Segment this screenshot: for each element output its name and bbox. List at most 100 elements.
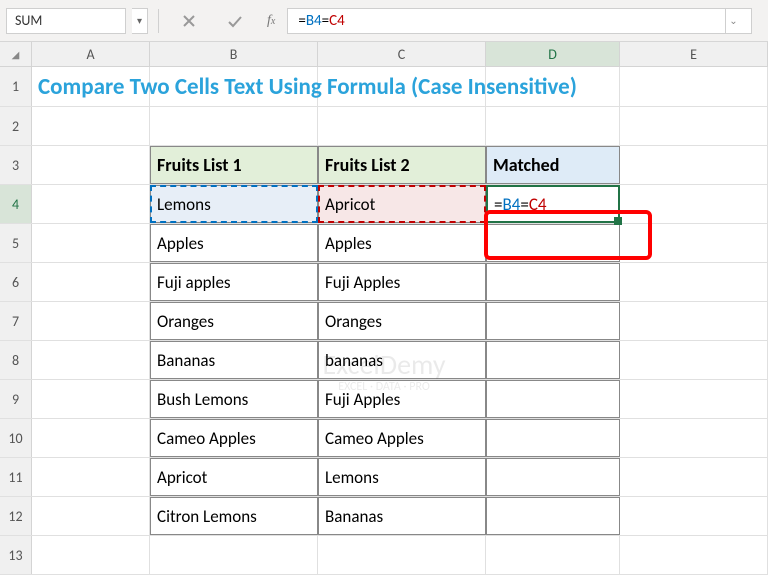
name-box[interactable]: SUM — [6, 8, 126, 34]
cell-A5[interactable] — [32, 224, 150, 262]
cell-C13[interactable] — [318, 536, 486, 574]
cell-E1[interactable] — [620, 67, 768, 106]
row-header-4[interactable]: 4 — [0, 185, 32, 223]
cell-A11[interactable] — [32, 458, 150, 496]
cell-B7[interactable]: Oranges — [150, 302, 318, 340]
row-9: 9 Bush Lemons Fuji Apples — [0, 380, 768, 419]
cell-D6[interactable] — [486, 263, 620, 301]
cell-C5[interactable]: Apples — [318, 224, 486, 262]
row-header-13[interactable]: 13 — [0, 536, 32, 574]
col-header-A[interactable]: A — [32, 42, 150, 66]
cell-A8[interactable] — [32, 341, 150, 379]
row-6: 6 Fuji apples Fuji Apples — [0, 263, 768, 302]
row-8: 8 Bananas bananas — [0, 341, 768, 380]
cell-D10[interactable] — [486, 419, 620, 457]
cell-A9[interactable] — [32, 380, 150, 418]
cell-D4-editing[interactable]: =B4=C4 — [486, 185, 620, 223]
fx-icon[interactable]: fx — [261, 13, 281, 29]
cell-E2[interactable] — [620, 107, 768, 145]
row-header-8[interactable]: 8 — [0, 341, 32, 379]
cell-B13[interactable] — [150, 536, 318, 574]
cell-A12[interactable] — [32, 497, 150, 535]
cell-C9[interactable]: Fuji Apples — [318, 380, 486, 418]
col-header-C[interactable]: C — [318, 42, 486, 66]
cell-C12[interactable]: Bananas — [318, 497, 486, 535]
cell-C3[interactable]: Fruits List 2 — [318, 146, 486, 184]
cell-D5[interactable] — [486, 224, 620, 262]
cell-D3[interactable]: Matched — [486, 146, 620, 184]
cell-D11[interactable] — [486, 458, 620, 496]
col-header-B[interactable]: B — [150, 42, 318, 66]
cell-E10[interactable] — [620, 419, 768, 457]
row-header-7[interactable]: 7 — [0, 302, 32, 340]
select-all-corner[interactable]: ◢ — [0, 42, 32, 66]
cell-C6[interactable]: Fuji Apples — [318, 263, 486, 301]
cell-D7[interactable] — [486, 302, 620, 340]
row-header-9[interactable]: 9 — [0, 380, 32, 418]
cell-A4[interactable] — [32, 185, 150, 223]
col-header-D[interactable]: D — [486, 42, 620, 66]
cell-C4[interactable]: Apricot — [318, 185, 486, 223]
row-header-2[interactable]: 2 — [0, 107, 32, 145]
fill-handle[interactable] — [614, 217, 622, 225]
cell-D13[interactable] — [486, 536, 620, 574]
row-header-11[interactable]: 11 — [0, 458, 32, 496]
cell-A6[interactable] — [32, 263, 150, 301]
row-header-5[interactable]: 5 — [0, 224, 32, 262]
cell-C11[interactable]: Lemons — [318, 458, 486, 496]
formula-eq2: = — [322, 12, 329, 30]
row-header-10[interactable]: 10 — [0, 419, 32, 457]
row-5: 5 Apples Apples — [0, 224, 768, 263]
cell-B6[interactable]: Fuji apples — [150, 263, 318, 301]
row-3: 3 Fruits List 1 Fruits List 2 Matched — [0, 146, 768, 185]
cell-B9[interactable]: Bush Lemons — [150, 380, 318, 418]
cell-B4[interactable]: Lemons — [150, 185, 318, 223]
enter-icon[interactable] — [215, 7, 255, 35]
cell-B12[interactable]: Citron Lemons — [150, 497, 318, 535]
cell-D2[interactable] — [486, 107, 620, 145]
cell-E5[interactable] — [620, 224, 768, 262]
cell-B5[interactable]: Apples — [150, 224, 318, 262]
row-header-3[interactable]: 3 — [0, 146, 32, 184]
cell-E13[interactable] — [620, 536, 768, 574]
name-box-dropdown[interactable]: ▾ — [132, 8, 148, 34]
cell-E11[interactable] — [620, 458, 768, 496]
cell-C7[interactable]: Oranges — [318, 302, 486, 340]
cell-E6[interactable] — [620, 263, 768, 301]
cell-B11[interactable]: Apricot — [150, 458, 318, 496]
cell-C2[interactable] — [318, 107, 486, 145]
cell-B3[interactable]: Fruits List 1 — [150, 146, 318, 184]
cell-C8[interactable]: bananas — [318, 341, 486, 379]
cell-B10[interactable]: Cameo Apples — [150, 419, 318, 457]
cell-D8[interactable] — [486, 341, 620, 379]
row-header-6[interactable]: 6 — [0, 263, 32, 301]
row-7: 7 Oranges Oranges — [0, 302, 768, 341]
cell-A7[interactable] — [32, 302, 150, 340]
cell-A2[interactable] — [32, 107, 150, 145]
cell-B2[interactable] — [150, 107, 318, 145]
cell-C10[interactable]: Cameo Apples — [318, 419, 486, 457]
cancel-icon[interactable] — [169, 7, 209, 35]
cell-E8[interactable] — [620, 341, 768, 379]
cell-A3[interactable] — [32, 146, 150, 184]
cell-E3[interactable] — [620, 146, 768, 184]
grid-rows: 1 Compare Two Cells Text Using Formula (… — [0, 67, 768, 575]
cell-D12[interactable] — [486, 497, 620, 535]
cell-E7[interactable] — [620, 302, 768, 340]
cell-E9[interactable] — [620, 380, 768, 418]
formula-bar-expand-icon[interactable]: ⌄ — [725, 8, 741, 34]
formula-eq1: = — [298, 12, 305, 30]
formula-bar-input[interactable]: =B4=C4 ⌄ — [287, 8, 752, 34]
cell-B8[interactable]: Bananas — [150, 341, 318, 379]
formula-ref-b4: B4 — [306, 12, 322, 30]
row-header-12[interactable]: 12 — [0, 497, 32, 535]
col-header-E[interactable]: E — [620, 42, 768, 66]
cell-A13[interactable] — [32, 536, 150, 574]
cell-E12[interactable] — [620, 497, 768, 535]
cell-A10[interactable] — [32, 419, 150, 457]
row-header-1[interactable]: 1 — [0, 67, 32, 106]
cell-E4[interactable] — [620, 185, 768, 223]
row-11: 11 Apricot Lemons — [0, 458, 768, 497]
divider — [158, 9, 159, 33]
cell-D9[interactable] — [486, 380, 620, 418]
